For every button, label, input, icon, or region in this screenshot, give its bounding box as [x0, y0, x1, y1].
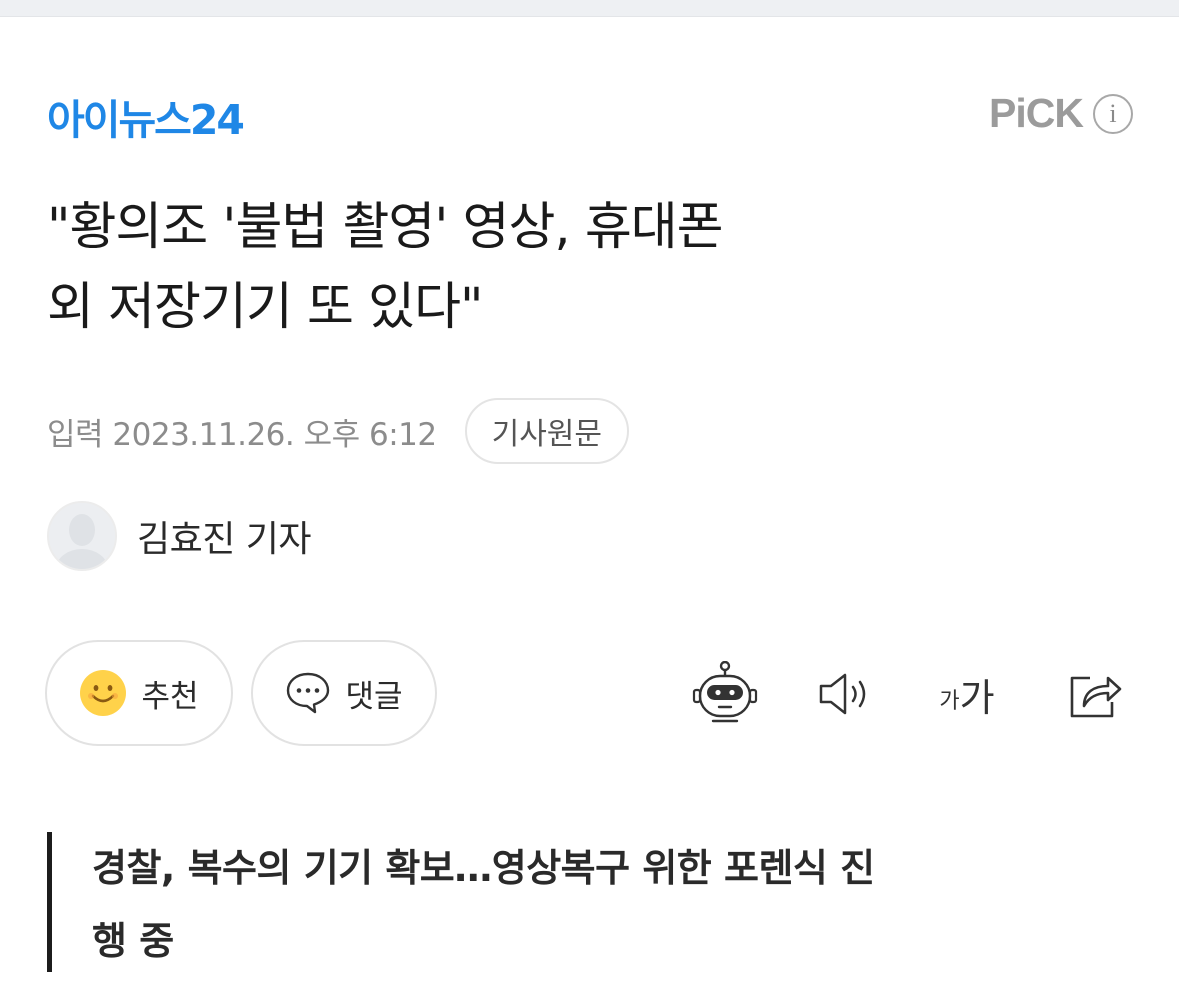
- font-size-button[interactable]: 가 가: [927, 654, 1007, 734]
- top-status-strip: [0, 0, 1179, 17]
- info-icon[interactable]: i: [1093, 93, 1133, 134]
- speaker-icon: [819, 673, 866, 715]
- comment-label: 댓글: [345, 678, 403, 715]
- recommend-label: 추천: [141, 678, 199, 715]
- press-logo[interactable]: 아이뉴스24: [47, 86, 245, 146]
- article-meta: 입력 2023.11.26. 오후 6:12 기사원문: [47, 396, 630, 466]
- share-button[interactable]: [1055, 654, 1135, 734]
- listen-button[interactable]: [805, 654, 885, 734]
- summary-bot-button[interactable]: [685, 654, 765, 734]
- article-title: "황의조 '불법 촬영' 영상, 휴대폰 외 저장기기 또 있다": [47, 188, 1137, 348]
- recommend-button[interactable]: 추천: [45, 640, 233, 746]
- subtitle-line-1: 경찰, 복수의 기기 확보…영상복구 위한 포렌식 진: [92, 846, 875, 890]
- publish-date: 입력 2023.11.26. 오후 6:12: [47, 416, 437, 453]
- comment-bubble-icon: [287, 672, 330, 714]
- reporter-info[interactable]: 김효진 기자: [47, 500, 312, 572]
- original-article-button[interactable]: 기사원문: [464, 398, 630, 464]
- share-icon: [1070, 676, 1122, 718]
- reporter-avatar[interactable]: [47, 501, 117, 571]
- font-size-large-glyph: 가: [959, 675, 995, 720]
- article-title-line-2: 외 저장기기 또 있다": [47, 278, 483, 337]
- font-size-small-glyph: 가: [939, 689, 960, 714]
- article-action-bar: 추천 댓글 가 가: [45, 640, 1135, 746]
- article-title-line-1: "황의조 '불법 촬영' 영상, 휴대폰: [47, 198, 724, 257]
- subtitle-line-2: 행 중: [92, 919, 174, 963]
- comment-button[interactable]: 댓글: [251, 640, 437, 746]
- person-icon: [49, 503, 115, 569]
- article-subtitle: 경찰, 복수의 기기 확보…영상복구 위한 포렌식 진 행 중: [47, 832, 1127, 972]
- robot-summary-icon: [692, 661, 758, 723]
- smile-icon: [80, 670, 127, 716]
- pick-label: PiCK: [989, 90, 1084, 136]
- pick-badge[interactable]: PiCK i: [989, 90, 1133, 137]
- reporter-name[interactable]: 김효진 기자: [137, 510, 312, 562]
- brand-row: 아이뉴스24 PiCK i: [47, 82, 1133, 144]
